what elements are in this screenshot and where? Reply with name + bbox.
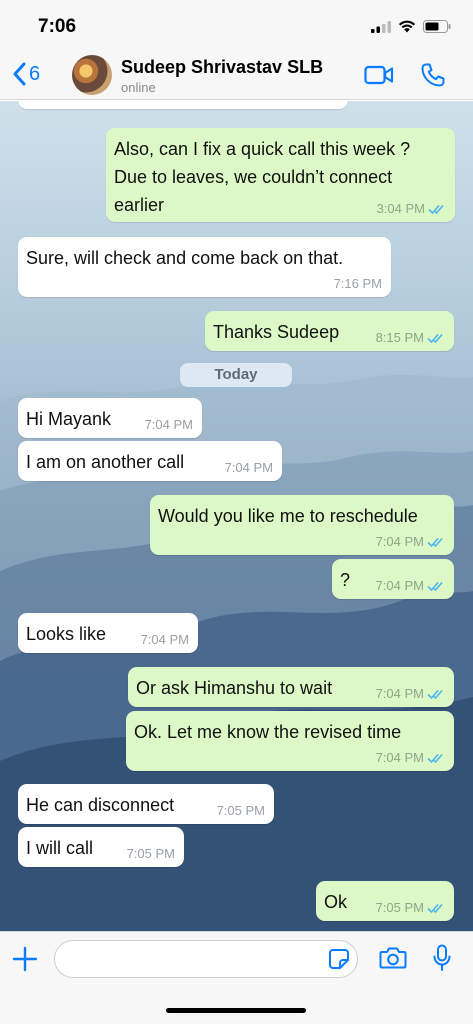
unread-count: 6 (29, 62, 41, 85)
voice-call-button[interactable] (420, 62, 446, 93)
message-text: Would you like me to reschedule (158, 506, 418, 526)
home-indicator[interactable] (166, 1008, 306, 1013)
message-meta: 7:05 PM (127, 847, 175, 861)
message-time: 3:04 PM (376, 201, 425, 216)
mic-icon (433, 944, 451, 971)
message-meta: 7:04 PM (376, 579, 445, 593)
message-meta: 7:04 PM (145, 418, 193, 432)
message-time: 7:05 PM (375, 900, 424, 915)
sticker-button[interactable] (328, 948, 350, 975)
message-text: Hi Mayank (26, 409, 112, 429)
microphone-button[interactable] (432, 944, 452, 977)
message-bubble[interactable]: Looks like 7:04 PM (18, 613, 198, 653)
message-text: Ok (324, 892, 348, 912)
avatar[interactable] (72, 55, 112, 95)
message-text: Also, can I fix a quick call this week ?… (114, 139, 411, 215)
message-bubble[interactable]: Or ask Himanshu to wait 7:04 PM (128, 667, 454, 707)
message-time: 7:04 PM (375, 750, 424, 765)
camera-button[interactable] (379, 946, 407, 975)
message-meta: 8:15 PM (376, 331, 445, 345)
message-time: 7:04 PM (140, 632, 189, 647)
message-bubble[interactable]: Ok. Let me know the revised time 7:04 PM (126, 711, 454, 771)
message-time: 7:04 PM (224, 460, 273, 475)
read-ticks-icon (427, 333, 443, 344)
status-time: 7:06 (38, 16, 77, 37)
message-input[interactable] (54, 940, 358, 978)
wifi-icon (398, 20, 416, 33)
back-chevron-icon (13, 62, 26, 86)
chat-header: 6 Sudeep Shrivastav SLB online (0, 50, 473, 100)
message-text: Thanks Sudeep (213, 322, 340, 342)
read-ticks-icon (427, 689, 443, 700)
phone-icon (421, 63, 445, 87)
plus-icon (12, 946, 38, 972)
back-button[interactable]: 6 (12, 62, 40, 86)
battery-icon (423, 20, 451, 33)
message-meta: 7:04 PM (376, 535, 445, 549)
status-icons (371, 20, 451, 33)
read-ticks-icon (427, 903, 443, 914)
message-bubble[interactable]: Ok 7:05 PM (316, 881, 454, 921)
message-meta: 7:04 PM (225, 461, 273, 475)
message-bubble[interactable]: Sure, will check and come back on that. … (18, 237, 391, 297)
message-text: Ok. Let me know the revised time (134, 722, 402, 742)
message-text: ? (340, 570, 351, 590)
message-time: 8:15 PM (375, 330, 424, 345)
sticker-icon (329, 949, 349, 969)
message-time: 7:04 PM (144, 417, 193, 432)
contact-status: online (121, 80, 156, 95)
message-time: 7:05 PM (126, 846, 175, 861)
message-meta: 7:16 PM (334, 277, 382, 291)
camera-icon (379, 947, 407, 969)
message-text: Looks like (26, 624, 107, 644)
message-meta: 7:04 PM (141, 633, 189, 647)
message-bubble[interactable]: He can disconnect 7:05 PM (18, 784, 274, 824)
video-call-icon (364, 65, 394, 85)
message-meta: 7:05 PM (217, 804, 265, 818)
message-time: 7:05 PM (216, 803, 265, 818)
status-bar: 7:06 (0, 0, 473, 50)
video-call-button[interactable] (364, 64, 394, 91)
message-meta: 7:04 PM (376, 687, 445, 701)
message-bubble[interactable]: Also, can I fix a quick call this week ?… (106, 128, 455, 222)
message-text: I will call (26, 838, 94, 858)
read-ticks-icon (427, 581, 443, 592)
read-ticks-icon (428, 204, 444, 215)
message-bubble[interactable]: I will call 7:05 PM (18, 827, 184, 867)
message-text: Or ask Himanshu to wait (136, 678, 333, 698)
message-meta: 3:04 PM (377, 202, 446, 216)
message-text: I am on another call (26, 452, 185, 472)
message-meta: 7:05 PM (376, 901, 445, 915)
message-bubble[interactable]: Would you like me to reschedule 7:04 PM (150, 495, 454, 555)
chat-area[interactable]: Also, can I fix a quick call this week ?… (0, 101, 473, 931)
attach-button[interactable] (12, 946, 38, 977)
message-time: 7:04 PM (375, 686, 424, 701)
contact-name[interactable]: Sudeep Shrivastav SLB (121, 57, 323, 78)
message-time: 7:16 PM (333, 276, 382, 291)
message-time: 7:04 PM (375, 578, 424, 593)
message-bubble[interactable]: Thanks Sudeep 8:15 PM (205, 311, 454, 351)
read-ticks-icon (427, 753, 443, 764)
message-bubble[interactable]: ? 7:04 PM (332, 559, 454, 599)
message-bubble[interactable]: I am on another call 7:04 PM (18, 441, 282, 481)
message-bubble[interactable]: Hi Mayank 7:04 PM (18, 398, 202, 438)
message-text: He can disconnect (26, 795, 175, 815)
message-text: Sure, will check and come back on that. (26, 248, 344, 268)
message-time: 7:04 PM (375, 534, 424, 549)
message-meta: 7:04 PM (376, 751, 445, 765)
day-separator: Today (180, 363, 292, 387)
read-ticks-icon (427, 537, 443, 548)
signal-icon (371, 20, 391, 33)
message-bubble-partial (18, 101, 348, 109)
